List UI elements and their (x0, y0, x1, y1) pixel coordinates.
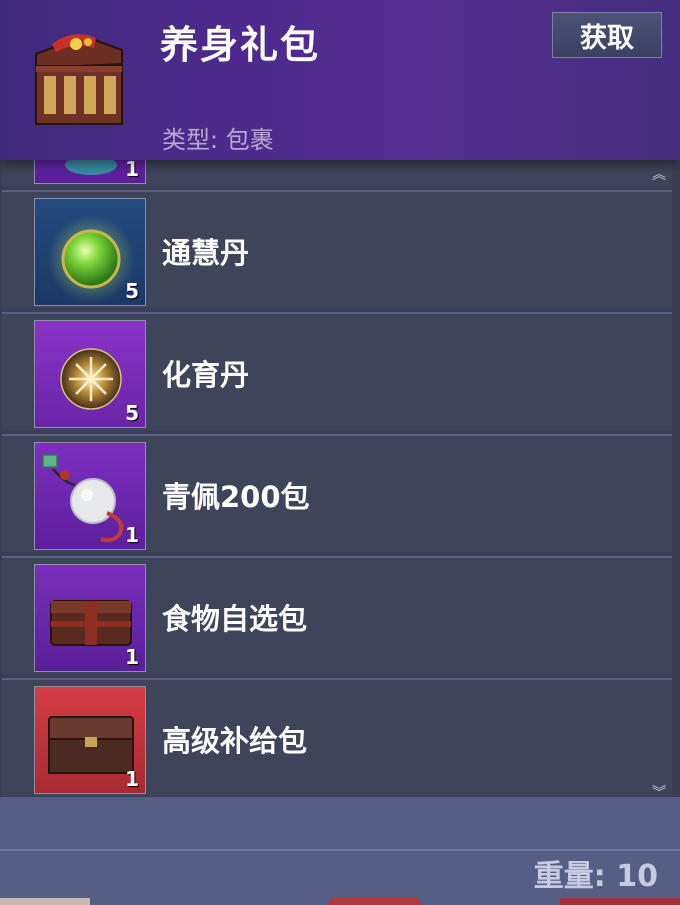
item-name: 高级补给包 (162, 724, 308, 758)
background-strip (560, 898, 680, 905)
item-name: 化育丹 (162, 358, 250, 392)
list-item[interactable]: 5 通慧丹 (2, 190, 672, 308)
item-count: 1 (125, 767, 139, 791)
item-type-label: 类型: 包裹 (162, 126, 274, 154)
list-item[interactable]: 1 青佩200包 (2, 434, 672, 552)
item-count: 5 (125, 279, 139, 303)
item-count: 1 (125, 645, 139, 669)
item-name: 青佩200包 (162, 480, 310, 514)
item-count: 1 (125, 157, 139, 181)
item-count: 5 (125, 401, 139, 425)
supply-chest-icon: 1 (34, 686, 146, 794)
obtain-button[interactable]: 获取 (552, 12, 662, 58)
item-header: 养身礼包 类型: 包裹 获取 (0, 0, 680, 160)
treasure-chest-icon (24, 14, 134, 134)
list-item[interactable]: 5 化育丹 (2, 312, 672, 430)
weight-label: 重量: 10 (533, 859, 658, 894)
gift-pack-panel: 1 5 通慧丹 5 化育丹 1 青佩200包 1 食物自选包 1 高级补给包 ︽… (0, 0, 680, 905)
item-name: 通慧丹 (162, 236, 250, 270)
panel-footer: 重量: 10 (0, 797, 680, 905)
scroll-up-icon[interactable]: ︽ (650, 168, 668, 182)
list-item[interactable]: 1 高级补给包 (2, 678, 672, 796)
scroll-down-icon[interactable]: ︾ (650, 786, 668, 797)
item-name: 食物自选包 (162, 602, 308, 636)
list-item[interactable]: 1 食物自选包 (2, 556, 672, 674)
background-strip (330, 898, 420, 905)
food-box-icon: 1 (34, 564, 146, 672)
golden-star-orb-icon: 5 (34, 320, 146, 428)
jade-pendant-icon: 1 (34, 442, 146, 550)
green-orb-icon: 5 (34, 198, 146, 306)
item-count: 1 (125, 523, 139, 547)
item-title: 养身礼包 (160, 23, 321, 67)
background-strip (0, 898, 90, 905)
